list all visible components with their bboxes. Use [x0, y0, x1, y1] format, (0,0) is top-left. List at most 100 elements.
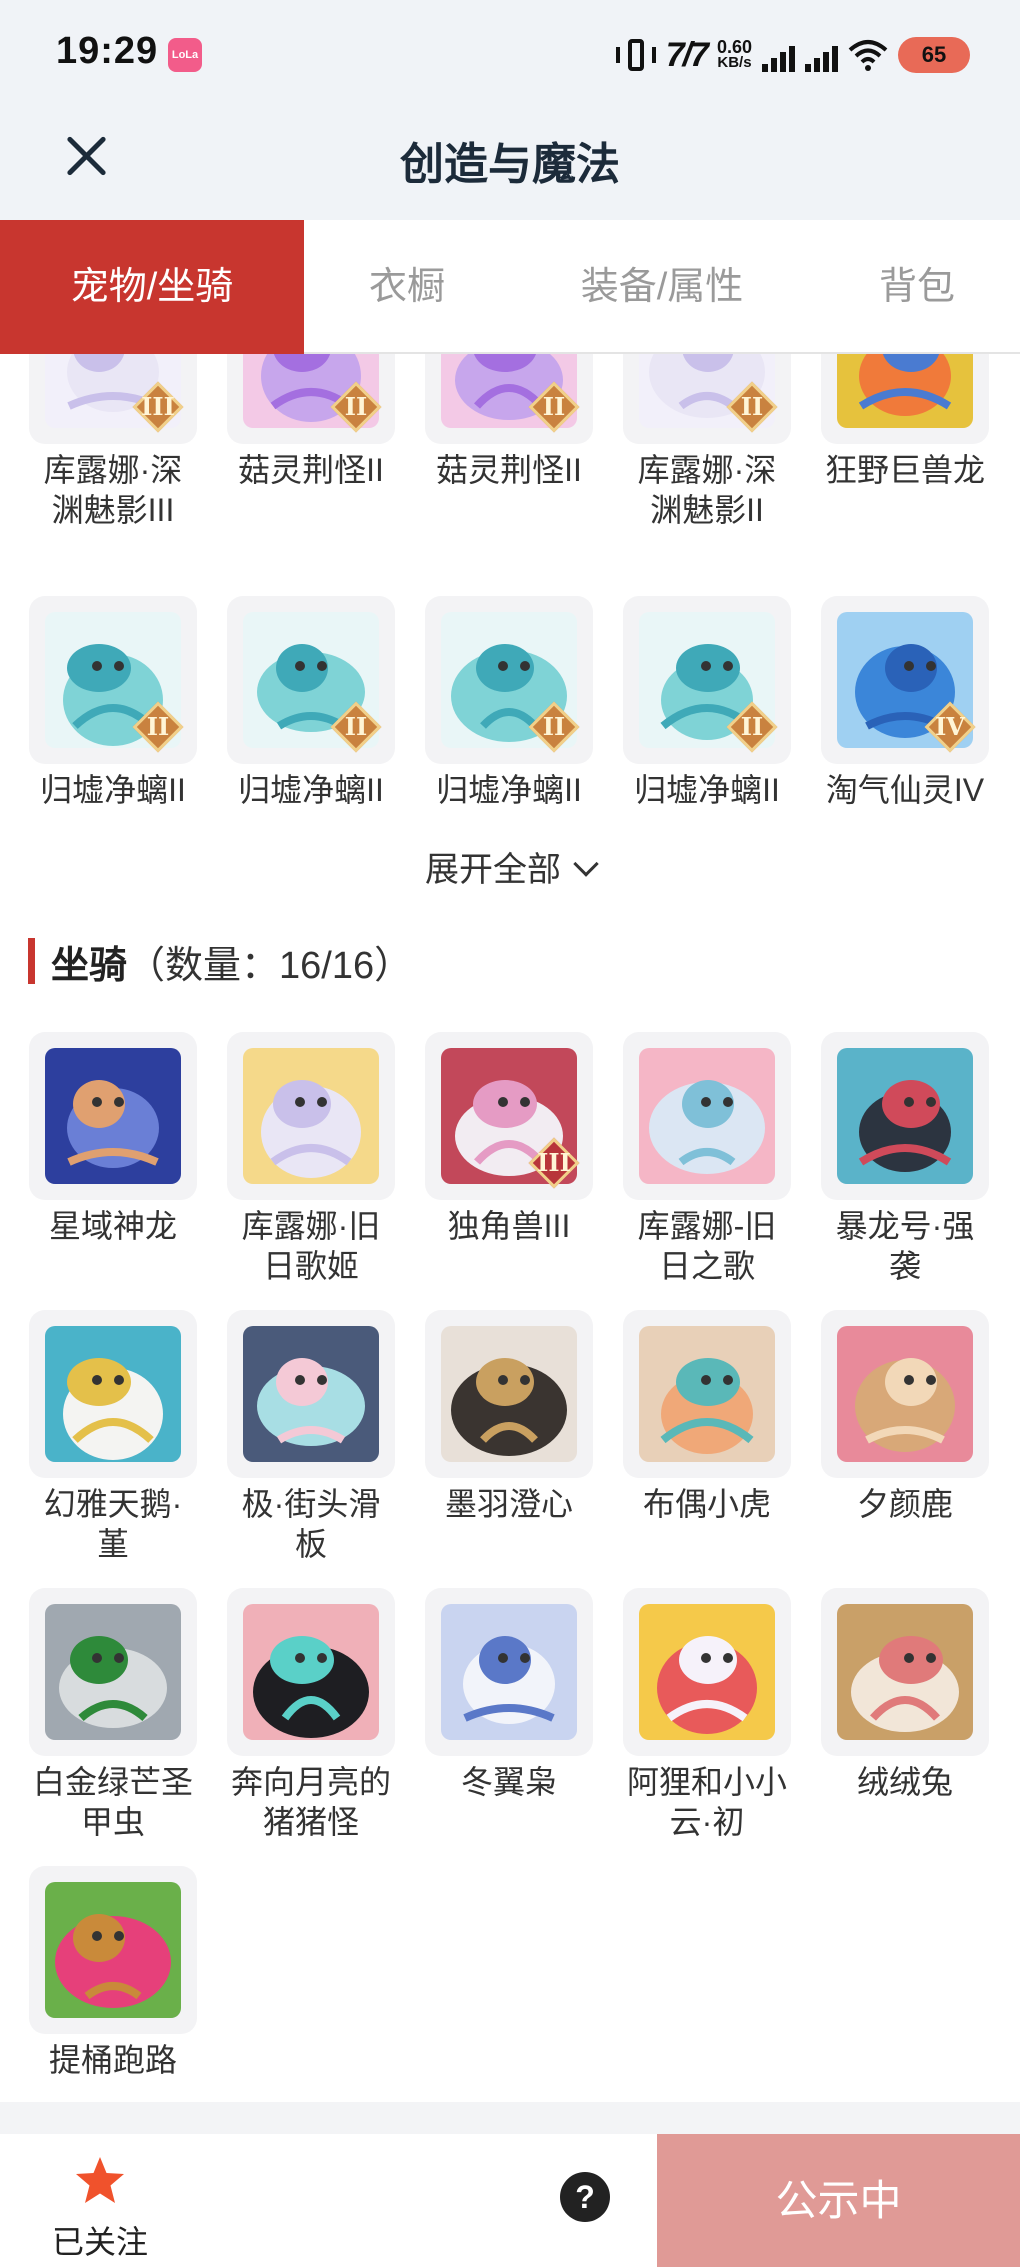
mount-item[interactable]: 白金绿芒圣 甲虫: [28, 1588, 198, 1842]
mount-thumbnail: [623, 1032, 791, 1200]
network-speed: 0.60 KB/s: [716, 37, 752, 71]
tab-pets-mounts[interactable]: 宠物/坐骑: [0, 220, 304, 354]
mount-item[interactable]: III 独角兽III: [424, 1032, 594, 1246]
mount-label: 库露娜·旧 日歌姬: [241, 1208, 381, 1284]
mount-item[interactable]: 冬翼枭: [424, 1588, 594, 1802]
status-time: 19:29: [56, 30, 159, 72]
tier-badge-icon: II: [726, 701, 778, 753]
tier-badge-icon: II: [132, 701, 184, 753]
app-notification-icon: LoLa: [168, 38, 202, 72]
status-bar: 19:29 LoLa 7/7 0.60 KB/s 65: [0, 0, 1020, 112]
tab-backpack[interactable]: 背包: [814, 220, 1020, 354]
mount-label: 幻雅天鹅· 堇: [43, 1486, 183, 1562]
page-title: 创造与魔法: [400, 140, 620, 189]
mount-thumbnail: [821, 1310, 989, 1478]
signal-icon: [762, 38, 795, 72]
mount-label: 夕颜鹿: [856, 1486, 953, 1522]
mount-thumbnail: [227, 1310, 395, 1478]
mount-label: 独角兽III: [447, 1208, 571, 1244]
tier-badge-icon: II: [528, 701, 580, 753]
item-art: [837, 1326, 973, 1462]
pet-label: 归墟净螭II: [238, 772, 384, 808]
wifi-icon: [848, 40, 888, 71]
tier-badge-icon: II: [528, 381, 580, 433]
tab-equipment-attributes[interactable]: 装备/属性: [510, 220, 814, 354]
pet-label: 库露娜·深 渊魅影II: [637, 452, 777, 528]
mount-item[interactable]: 库露娜-旧 日之歌: [622, 1032, 792, 1286]
star-icon: [76, 2157, 124, 2203]
pet-thumbnail: II: [227, 596, 395, 764]
mount-item[interactable]: 极·街头滑板: [226, 1310, 396, 1564]
item-art: [243, 1326, 379, 1462]
tab-wardrobe[interactable]: 衣橱: [304, 220, 510, 354]
pet-item[interactable]: IV 淘气仙灵IV: [820, 596, 990, 810]
mount-item[interactable]: 布偶小虎: [622, 1310, 792, 1524]
mount-item[interactable]: 暴龙号·强袭: [820, 1032, 990, 1286]
pet-thumbnail: II: [425, 596, 593, 764]
mount-item[interactable]: 星域神龙: [28, 1032, 198, 1246]
section-name: 坐骑: [51, 944, 128, 987]
pet-thumbnail: IV: [821, 596, 989, 764]
expand-all-button[interactable]: 展开全部: [0, 842, 1020, 891]
item-art: [45, 1604, 181, 1740]
publicity-button[interactable]: 公示中: [657, 2134, 1020, 2267]
tier-badge-icon: III: [528, 1137, 580, 1189]
item-art: [639, 1048, 775, 1184]
mount-thumbnail: [425, 1588, 593, 1756]
mount-thumbnail: [821, 1032, 989, 1200]
pet-thumbnail: II: [623, 596, 791, 764]
mount-thumbnail: [227, 1588, 395, 1756]
tab-bar: 宠物/坐骑 衣橱 装备/属性 背包: [0, 220, 1020, 354]
mount-label: 库露娜-旧 日之歌: [637, 1208, 777, 1284]
network-logo-icon: 7/7: [665, 35, 709, 74]
bottom-bar: 已关注 ? 公示中: [0, 2134, 1020, 2267]
vibrate-icon: [615, 37, 656, 73]
mount-label: 奔向月亮的 猪猪怪: [230, 1764, 391, 1840]
mount-label: 白金绿芒圣 甲虫: [32, 1764, 193, 1840]
tier-badge-icon: IV: [924, 701, 976, 753]
mount-thumbnail: III: [425, 1032, 593, 1200]
mount-thumbnail: [623, 1588, 791, 1756]
pet-label: 归墟净螭II: [436, 772, 582, 808]
item-art: [45, 1048, 181, 1184]
mount-thumbnail: [29, 1032, 197, 1200]
item-art: [243, 1604, 379, 1740]
pet-label: 归墟净螭II: [40, 772, 186, 808]
mount-item[interactable]: 库露娜·旧 日歌姬: [226, 1032, 396, 1286]
pet-item[interactable]: II 归墟净螭II: [622, 596, 792, 810]
mount-label: 布偶小虎: [642, 1486, 771, 1522]
tier-badge-icon: III: [132, 381, 184, 433]
help-icon[interactable]: ?: [560, 2172, 610, 2222]
mount-thumbnail: [227, 1032, 395, 1200]
mount-item[interactable]: 阿狸和小小 云·初: [622, 1588, 792, 1842]
mount-item[interactable]: 夕颜鹿: [820, 1310, 990, 1524]
mount-item[interactable]: 绒绒兔: [820, 1588, 990, 1802]
follow-button[interactable]: 已关注: [40, 2154, 160, 2263]
pet-label: 狂野巨兽龙: [824, 452, 985, 488]
item-art: [639, 1604, 775, 1740]
item-art: [837, 1604, 973, 1740]
pet-label: 淘气仙灵IV: [825, 772, 985, 808]
pet-item[interactable]: II 归墟净螭II: [28, 596, 198, 810]
mount-thumbnail: [29, 1588, 197, 1756]
pet-label: 菇灵荆怪II: [238, 452, 384, 488]
tier-badge-icon: II: [330, 701, 382, 753]
mount-thumbnail: [821, 1588, 989, 1756]
expand-all-label: 展开全部: [425, 851, 561, 889]
mount-item[interactable]: 幻雅天鹅· 堇: [28, 1310, 198, 1564]
follow-label: 已关注: [51, 2224, 148, 2260]
mount-item[interactable]: 墨羽澄心: [424, 1310, 594, 1524]
section-accent-bar: [28, 938, 35, 984]
battery-icon: 65: [898, 37, 970, 73]
mount-item[interactable]: 提桶跑路: [28, 1866, 198, 2080]
mount-thumbnail: [623, 1310, 791, 1478]
item-art: [639, 1326, 775, 1462]
pet-item[interactable]: II 归墟净螭II: [226, 596, 396, 810]
mount-thumbnail: [29, 1310, 197, 1478]
item-art: [837, 1048, 973, 1184]
header: 创造与魔法: [0, 112, 1020, 220]
pet-item[interactable]: II 归墟净螭II: [424, 596, 594, 810]
pet-label: 菇灵荆怪II: [436, 452, 582, 488]
mount-label: 绒绒兔: [856, 1764, 953, 1800]
mount-item[interactable]: 奔向月亮的 猪猪怪: [226, 1588, 396, 1842]
